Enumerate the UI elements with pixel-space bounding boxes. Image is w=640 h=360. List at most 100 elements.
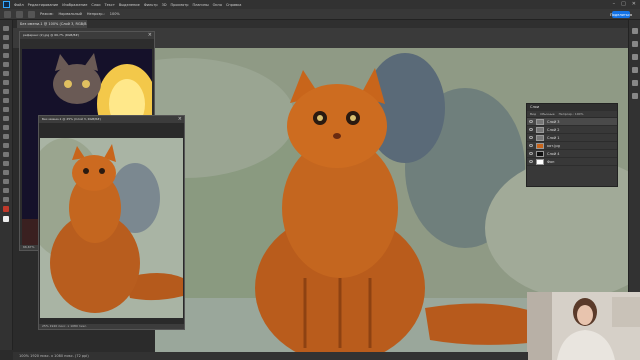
layer-name: Слой 4	[547, 151, 560, 156]
visibility-eye-icon[interactable]	[529, 144, 533, 147]
properties-panel-icon[interactable]	[631, 54, 638, 60]
brushes-panel-icon[interactable]	[631, 80, 638, 86]
menu-window[interactable]: Окно	[213, 3, 222, 7]
options-bar: Режим: Нормальный Непрозр.: 100% Поделит…	[0, 9, 640, 20]
zoom-tool-icon[interactable]	[3, 197, 9, 202]
foreground-color-swatch[interactable]	[3, 206, 9, 212]
layer-name: Слой 3	[547, 119, 560, 124]
tools-panel	[0, 20, 13, 350]
visibility-eye-icon[interactable]	[529, 128, 533, 131]
opacity-field[interactable]: 100%	[110, 12, 120, 16]
visibility-eye-icon[interactable]	[529, 120, 533, 123]
layer-name: Слой 2	[547, 127, 560, 132]
minimize-button[interactable]: –	[613, 1, 616, 7]
reference-photo-titlebar[interactable]: референс (2).jpg @ 66,7% (RGB/8#) ×	[20, 32, 154, 39]
eyedropper-tool-icon[interactable]	[3, 71, 9, 76]
layer-name: Слой 1	[547, 135, 560, 140]
layer-row[interactable]: Слой 2	[527, 126, 617, 134]
gradient-tool-icon[interactable]	[3, 125, 9, 130]
shape-tool-icon[interactable]	[3, 179, 9, 184]
history-brush-icon[interactable]	[3, 107, 9, 112]
menu-view[interactable]: Просмотр	[171, 3, 189, 7]
menu-filter[interactable]: Фильтр	[144, 3, 158, 7]
type-tool-icon[interactable]	[3, 161, 9, 166]
layer-row[interactable]: Слой 4	[527, 150, 617, 158]
layer-thumbnail	[536, 150, 544, 157]
layer-name: кот.jpg	[547, 143, 560, 148]
layer-thumbnail	[536, 126, 544, 133]
layers-filter-select[interactable]: Вид	[530, 112, 536, 116]
preview-window[interactable]: Без имени-1 @ 25% (Слой 3, RGB/8#) × 25%…	[38, 115, 185, 330]
brush-preset-icon[interactable]	[28, 10, 35, 18]
layer-row[interactable]: Фон	[527, 158, 617, 166]
move-tool-icon[interactable]	[3, 26, 9, 31]
brush-tool-icon[interactable]	[16, 10, 23, 18]
visibility-eye-icon[interactable]	[529, 136, 533, 139]
menu-plugins[interactable]: Плагины	[192, 3, 208, 7]
menu-image[interactable]: Изображение	[62, 3, 87, 7]
layers-filter-row: Вид Обычные Непрозр.: 100%	[527, 111, 617, 118]
path-select-tool-icon[interactable]	[3, 170, 9, 175]
menu-select[interactable]: Выделение	[119, 3, 140, 7]
layer-thumbnail	[536, 134, 544, 141]
stamp-tool-icon[interactable]	[3, 98, 9, 103]
status-bar: 100% 1920 пикс. x 1080 пикс. (72 ppi)	[13, 352, 528, 360]
close-icon[interactable]: ×	[148, 32, 152, 39]
document-tab-strip	[17, 20, 640, 28]
quick-select-tool-icon[interactable]	[3, 53, 9, 58]
menu-bar: Файл Редактирование Изображение Слои Тек…	[0, 0, 640, 9]
layer-row[interactable]: кот.jpg	[527, 142, 617, 150]
presenter-video	[527, 292, 640, 360]
window-controls: – □ ✕	[613, 1, 636, 7]
lasso-tool-icon[interactable]	[3, 44, 9, 49]
mode-label: Режим:	[40, 12, 54, 16]
mode-select[interactable]: Нормальный	[59, 12, 82, 16]
layer-thumbnail	[536, 142, 544, 149]
menu-file[interactable]: Файл	[14, 3, 24, 7]
dodge-tool-icon[interactable]	[3, 143, 9, 148]
reference-photo-title: референс (2).jpg @ 66,7% (RGB/8#)	[23, 33, 79, 37]
layer-opacity-field[interactable]: Непрозр.: 100%	[559, 112, 584, 116]
opacity-label: Непрозр.:	[86, 12, 105, 16]
menu-edit[interactable]: Редактирование	[28, 3, 59, 7]
visibility-eye-icon[interactable]	[529, 152, 533, 155]
photoshop-logo-icon	[3, 1, 10, 8]
layers-panel-tab[interactable]: Слои	[527, 104, 617, 111]
hand-tool-icon[interactable]	[3, 188, 9, 193]
marquee-tool-icon[interactable]	[3, 35, 9, 40]
background-color-swatch[interactable]	[3, 216, 9, 222]
menu-layers[interactable]: Слои	[91, 3, 100, 7]
eraser-tool-icon[interactable]	[3, 116, 9, 121]
maximize-button[interactable]: □	[621, 1, 626, 7]
layer-row[interactable]: Слой 1	[527, 134, 617, 142]
adjustments-panel-icon[interactable]	[631, 67, 638, 73]
layer-row[interactable]: Слой 3	[527, 118, 617, 126]
blur-tool-icon[interactable]	[3, 134, 9, 139]
menu-help[interactable]: Справка	[226, 3, 241, 7]
layer-thumbnail	[536, 158, 544, 165]
layer-thumbnail	[536, 118, 544, 125]
brush-tool-icon[interactable]	[3, 89, 9, 94]
webcam-overlay	[527, 292, 640, 360]
layer-name: Фон	[547, 159, 555, 164]
home-icon[interactable]	[4, 10, 11, 18]
blend-mode-select[interactable]: Обычные	[540, 112, 555, 116]
close-icon[interactable]: ×	[178, 116, 182, 123]
pen-tool-icon[interactable]	[3, 152, 9, 157]
preview-image	[40, 138, 183, 318]
history-panel-icon[interactable]	[631, 93, 638, 99]
visibility-eye-icon[interactable]	[529, 160, 533, 163]
color-panel-icon[interactable]	[631, 28, 638, 34]
preview-status: 25% 1920 пикс. x 1080 пикс.	[39, 324, 184, 329]
menu-type[interactable]: Текст	[105, 3, 115, 7]
document-tab[interactable]: Без имени-1 @ 100% (Слой 3, RGB/8#)	[17, 20, 87, 28]
menu-3d[interactable]: 3D	[162, 3, 167, 7]
healing-tool-icon[interactable]	[3, 80, 9, 85]
crop-tool-icon[interactable]	[3, 62, 9, 67]
swatches-panel-icon[interactable]	[631, 41, 638, 47]
layers-panel: Слои Вид Обычные Непрозр.: 100% Слой 3 С…	[526, 103, 618, 187]
preview-titlebar[interactable]: Без имени-1 @ 25% (Слой 3, RGB/8#) ×	[39, 116, 184, 123]
preview-title: Без имени-1 @ 25% (Слой 3, RGB/8#)	[42, 117, 101, 121]
share-button[interactable]: Поделиться	[610, 11, 632, 18]
close-button[interactable]: ✕	[632, 1, 636, 7]
